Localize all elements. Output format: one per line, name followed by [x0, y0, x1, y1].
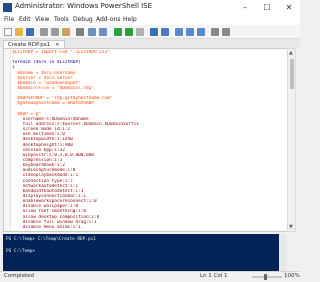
status-bar: Completed Ln 1 Col 1 100% — [0, 271, 300, 282]
powershell-app-icon — [3, 3, 12, 12]
code-line[interactable]: disable menu anims:i:1 — [12, 225, 286, 230]
console-scrollbar[interactable] — [279, 234, 286, 271]
console-prompt[interactable]: PS C:\Temp> — [6, 249, 38, 254]
show-command-addon-icon[interactable] — [222, 28, 230, 36]
window-title: Administrator: Windows PowerShell ISE — [15, 2, 153, 10]
remote-powershell-icon[interactable] — [150, 28, 158, 36]
editor-scrollbar[interactable]: ▲ ▼ — [287, 48, 296, 232]
undo-icon[interactable] — [88, 28, 96, 36]
scroll-down-icon[interactable]: ▼ — [289, 224, 293, 230]
scrollbar-thumb[interactable] — [290, 59, 294, 89]
zoom-slider-knob[interactable] — [264, 274, 267, 280]
powershell-console-icon[interactable] — [161, 28, 169, 36]
maximize-button[interactable]: ☐ — [256, 0, 278, 15]
cut-icon[interactable] — [40, 28, 48, 36]
console-line: PS C:\Temp> C:\Temp\Create RDP.ps1 — [6, 237, 96, 242]
scroll-up-icon[interactable]: ▲ — [289, 50, 293, 56]
show-script-pane-max-icon[interactable] — [197, 28, 205, 36]
zoom-level: 100% — [284, 273, 300, 279]
menu-debug[interactable]: Debug — [73, 15, 93, 25]
script-tabs: Create RDP.ps1 × — [0, 39, 300, 49]
save-icon[interactable] — [26, 28, 34, 36]
show-script-pane-right-icon[interactable] — [186, 28, 194, 36]
status-text: Completed — [4, 273, 34, 279]
show-command-window-icon[interactable] — [211, 28, 219, 36]
code-area[interactable]: $ListRDP = Import-CSV ".\ListRDP.csv" for… — [12, 50, 286, 230]
new-file-icon[interactable] — [4, 28, 12, 36]
menu-file[interactable]: File — [4, 15, 14, 25]
open-folder-icon[interactable] — [15, 28, 23, 36]
menu-tools[interactable]: Tools — [54, 15, 69, 25]
script-editor[interactable]: $ListRDP = Import-CSV ".\ListRDP.csv" for… — [3, 48, 288, 232]
minimize-button[interactable]: – — [234, 0, 256, 15]
title-bar: Administrator: Windows PowerShell ISE – … — [0, 0, 300, 15]
clear-console-icon[interactable] — [76, 28, 84, 36]
paste-icon[interactable] — [62, 28, 70, 36]
menu-help[interactable]: Help — [123, 15, 137, 25]
menu-view[interactable]: View — [35, 15, 49, 25]
show-script-pane-top-icon[interactable] — [175, 28, 183, 36]
zoom-slider[interactable] — [252, 276, 282, 278]
run-script-icon[interactable] — [114, 28, 122, 36]
copy-icon[interactable] — [51, 28, 59, 36]
cursor-position: Ln 1 Col 1 — [200, 273, 228, 279]
stop-icon[interactable] — [136, 28, 144, 36]
console-pane[interactable]: PS C:\Temp> C:\Temp\Create RDP.ps1 PS C:… — [3, 234, 286, 271]
close-button[interactable]: ✕ — [278, 0, 300, 15]
menu-bar: File Edit View Tools Debug Add-ons Help — [0, 15, 300, 25]
redo-icon[interactable] — [99, 28, 107, 36]
menu-edit[interactable]: Edit — [19, 15, 31, 25]
run-selection-icon[interactable] — [125, 28, 133, 36]
menu-addons[interactable]: Add-ons — [96, 15, 121, 25]
line-gutter — [4, 49, 11, 231]
toolbar — [0, 25, 300, 39]
